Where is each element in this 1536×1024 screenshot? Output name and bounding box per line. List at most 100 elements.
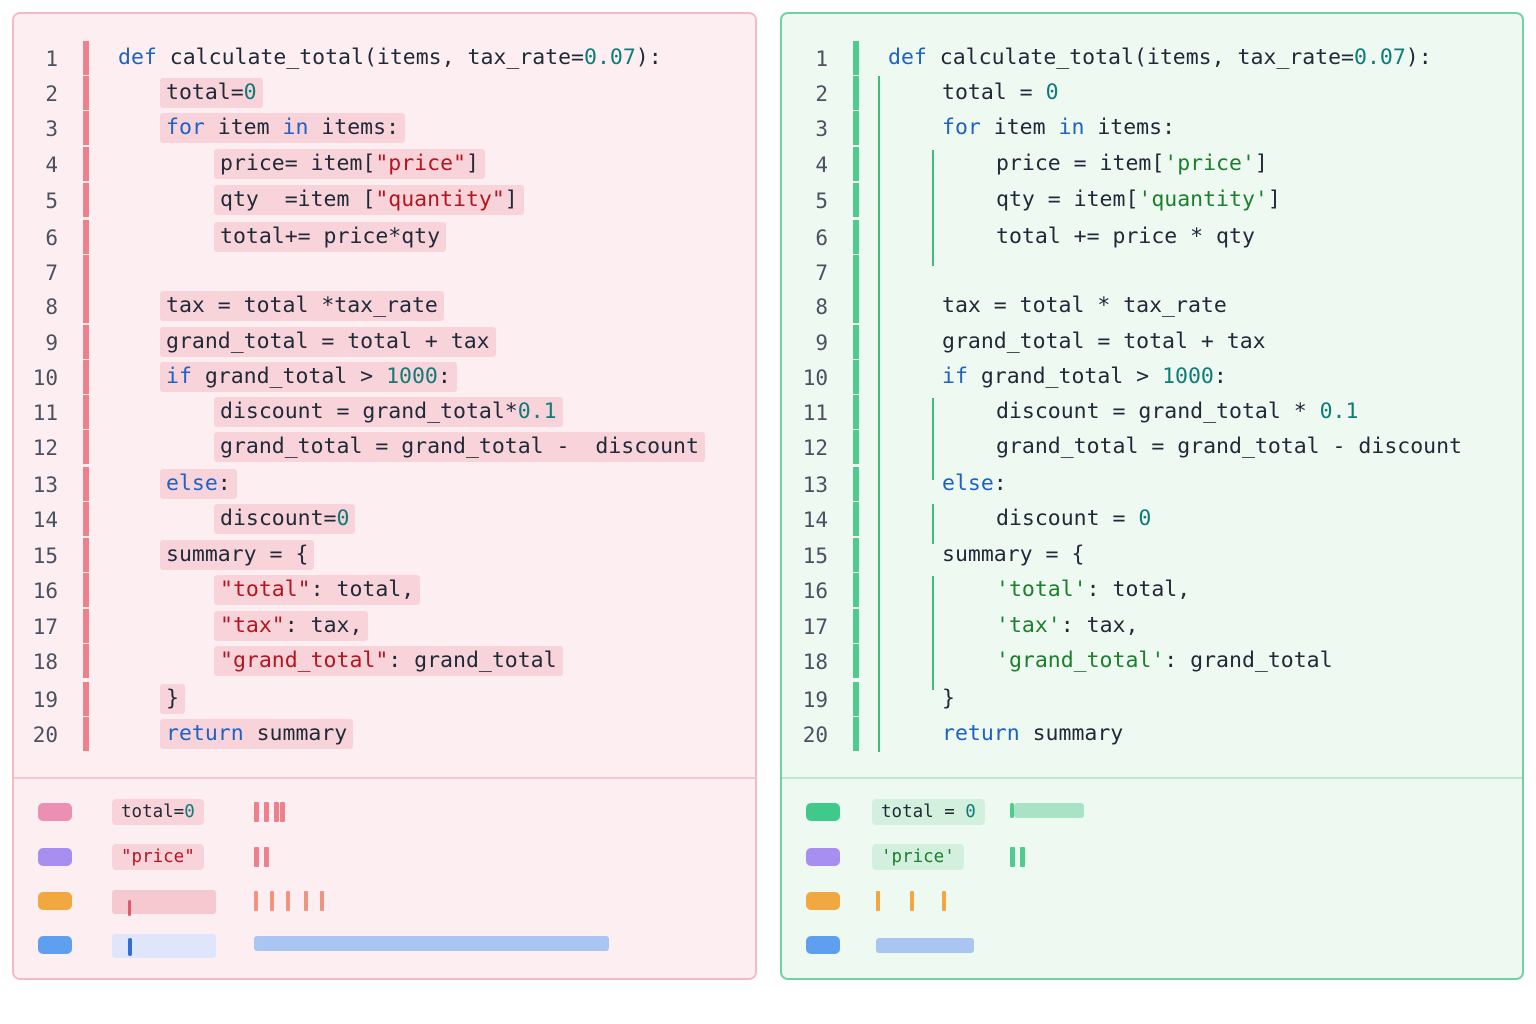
- line-number: 16: [802, 579, 828, 603]
- code-token: 0.1: [517, 399, 557, 424]
- code-text: tax = total * tax_rate: [936, 291, 1233, 321]
- line-number: 17: [32, 615, 58, 639]
- removed-code-panel: 1 def calculate_total(items, tax_rate=0.0…: [12, 12, 757, 980]
- line-number: 20: [802, 723, 828, 747]
- code-token: discount = grand_total*: [220, 399, 518, 424]
- removed-line-marker: [83, 360, 89, 394]
- code-token: in: [1058, 115, 1085, 140]
- code-token: :: [993, 471, 1007, 496]
- added-line-marker: [853, 538, 859, 572]
- legend-swatch: [38, 892, 72, 910]
- code-token: total+= price*qty: [220, 224, 441, 249]
- code-token: calculate_total(items, tax_rate=: [156, 45, 584, 70]
- code-token: 0.07: [1354, 45, 1406, 70]
- code-text: discount = 0: [990, 504, 1157, 534]
- change-mark: [876, 891, 880, 911]
- code-line: 11 discount = grand_total * 0.1: [782, 395, 1522, 429]
- code-line: 10 if grand_total > 1000:: [782, 360, 1522, 394]
- code-token: 'quantity': [1138, 187, 1268, 212]
- change-mark: [304, 891, 308, 911]
- code-line: 14 discount=0: [14, 502, 755, 536]
- code-token: 0: [1138, 506, 1152, 531]
- code-token: item: [980, 115, 1059, 140]
- line-number: 9: [815, 331, 828, 355]
- code-token: "price": [121, 847, 195, 867]
- added-line-marker: [853, 111, 859, 145]
- change-mark: [286, 891, 290, 911]
- added-line-marker: [853, 430, 859, 464]
- code-token: total =: [881, 802, 966, 822]
- change-mark: [264, 847, 269, 867]
- legend-label: "price": [112, 844, 204, 870]
- code-line: 3 for item in items:: [14, 111, 755, 145]
- code-token: "quantity": [375, 187, 505, 212]
- added-code-panel: 1 def calculate_total(items, tax_rate=0.0…: [780, 12, 1524, 980]
- code-token: for: [942, 115, 981, 140]
- line-number: 7: [45, 261, 58, 285]
- removed-line-marker: [83, 289, 89, 323]
- code-token: grand_total >: [967, 364, 1163, 389]
- indent-guide: [932, 504, 934, 544]
- added-line-marker: [853, 644, 859, 678]
- code-line: 9 grand_total = total + tax: [782, 325, 1522, 359]
- code-text: }: [936, 684, 961, 714]
- line-number: 8: [45, 295, 58, 319]
- code-token: summary = {: [166, 542, 309, 567]
- line-number: 14: [32, 508, 58, 532]
- code-line: 1 def calculate_total(items, tax_rate=0.0…: [782, 41, 1522, 75]
- code-token: 1000: [1162, 364, 1214, 389]
- removed-line-marker: [83, 502, 89, 536]
- code-text: "tax": tax,: [214, 611, 369, 641]
- code-token: grand_total >: [191, 364, 387, 389]
- code-token: total =: [942, 80, 1046, 105]
- line-number: 1: [815, 47, 828, 71]
- code-text: 'grand_total': grand_total: [990, 646, 1339, 676]
- code-token: total += price * qty: [996, 224, 1255, 249]
- code-line: 11 discount = grand_total*0.1: [14, 395, 755, 429]
- legend-row: [14, 932, 755, 962]
- code-text: tax = total *tax_rate: [160, 291, 444, 321]
- change-mark: [264, 802, 269, 822]
- code-token: discount=: [220, 506, 337, 531]
- code-line: 19}: [782, 682, 1522, 716]
- change-mark: [270, 891, 274, 911]
- code-line: 5 qty = item['quantity']: [782, 183, 1522, 217]
- removed-line-marker: [83, 467, 89, 501]
- code-line: 20 return summary: [782, 717, 1522, 751]
- code-line: 18 'grand_total': grand_total: [782, 644, 1522, 678]
- code-token: price = item[: [996, 151, 1165, 176]
- code-token: : total,: [310, 577, 415, 602]
- code-token: : grand_total: [388, 648, 557, 673]
- code-line: 2 total=0: [14, 76, 755, 110]
- code-line: 1 def calculate_total(items, tax_rate=0.0…: [14, 41, 755, 75]
- code-line: 17 "tax": tax,: [14, 609, 755, 643]
- added-line-marker: [853, 395, 859, 429]
- legend-bar: [1014, 803, 1084, 818]
- removed-line-marker: [83, 41, 89, 75]
- change-mark: [274, 802, 279, 822]
- code-text: return summary: [160, 719, 354, 749]
- code-token: :: [217, 471, 231, 496]
- legend-row: [782, 888, 1522, 918]
- change-mark: [254, 891, 258, 911]
- legend-divider: [14, 777, 755, 779]
- code-token: calculate_total(items, tax_rate=: [926, 45, 1354, 70]
- line-number: 11: [802, 401, 828, 425]
- code-token: tax = total * tax_rate: [942, 293, 1227, 318]
- legend-swatch: [38, 803, 72, 821]
- code-token: grand_total = total + tax: [166, 329, 490, 354]
- code-line: 20 return summary: [14, 717, 755, 751]
- code-token: 0: [184, 802, 195, 822]
- code-line: 13 else:: [14, 467, 755, 501]
- code-text: }: [160, 684, 185, 714]
- code-token: in: [282, 115, 309, 140]
- code-line: 10 if grand_total > 1000:: [14, 360, 755, 394]
- code-line: 16 'total': total,: [782, 573, 1522, 607]
- code-text: summary = {: [936, 540, 1090, 570]
- line-number: 16: [32, 579, 58, 603]
- change-mark: [280, 802, 285, 822]
- legend-bar: [254, 936, 609, 951]
- change-mark: [254, 802, 259, 822]
- code-text: grand_total = total + tax: [936, 327, 1272, 357]
- code-text: for item in items:: [160, 113, 406, 143]
